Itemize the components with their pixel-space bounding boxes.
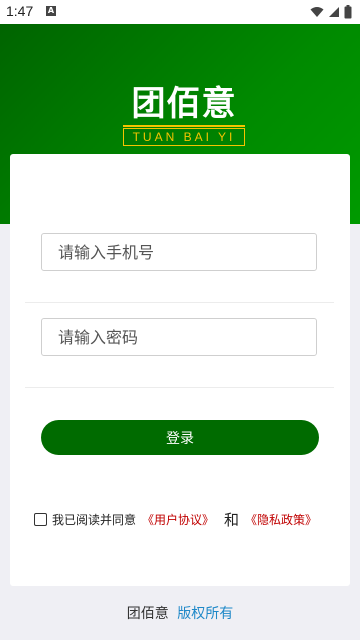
- login-card: 登录 我已阅读并同意 《用户协议》 和 《隐私政策》: [10, 154, 350, 586]
- and-label: 和: [224, 510, 240, 529]
- logo-title: 团佰意: [131, 84, 237, 124]
- agree-label: 我已阅读并同意: [52, 512, 137, 527]
- status-bar: 1:47 A: [0, 0, 360, 24]
- agree-checkbox[interactable]: [34, 512, 47, 526]
- status-time: 1:47: [6, 3, 34, 19]
- logo-divider: [123, 125, 245, 127]
- agreement-row: 我已阅读并同意 《用户协议》 和 《隐私政策》: [34, 508, 317, 530]
- phone-input[interactable]: [41, 233, 317, 271]
- login-button[interactable]: 登录: [41, 420, 319, 455]
- app-logo: 团佰意 TUAN BAI YI: [123, 84, 245, 146]
- a-notification-icon: A: [46, 6, 56, 16]
- footer: 团佰意 版权所有: [0, 603, 360, 623]
- privacy-policy-link[interactable]: 《隐私政策》: [245, 511, 317, 528]
- divider: [25, 387, 334, 388]
- status-icons: [310, 5, 352, 19]
- footer-rights-link[interactable]: 版权所有: [177, 606, 233, 622]
- logo-subtitle: TUAN BAI YI: [123, 128, 245, 146]
- user-agreement-link[interactable]: 《用户协议》: [142, 511, 214, 528]
- battery-icon: [344, 5, 352, 19]
- wifi-icon: [310, 7, 324, 17]
- signal-icon: [329, 7, 339, 17]
- password-input[interactable]: [41, 318, 317, 356]
- footer-app-name: 团佰意: [126, 606, 169, 622]
- divider: [25, 302, 334, 303]
